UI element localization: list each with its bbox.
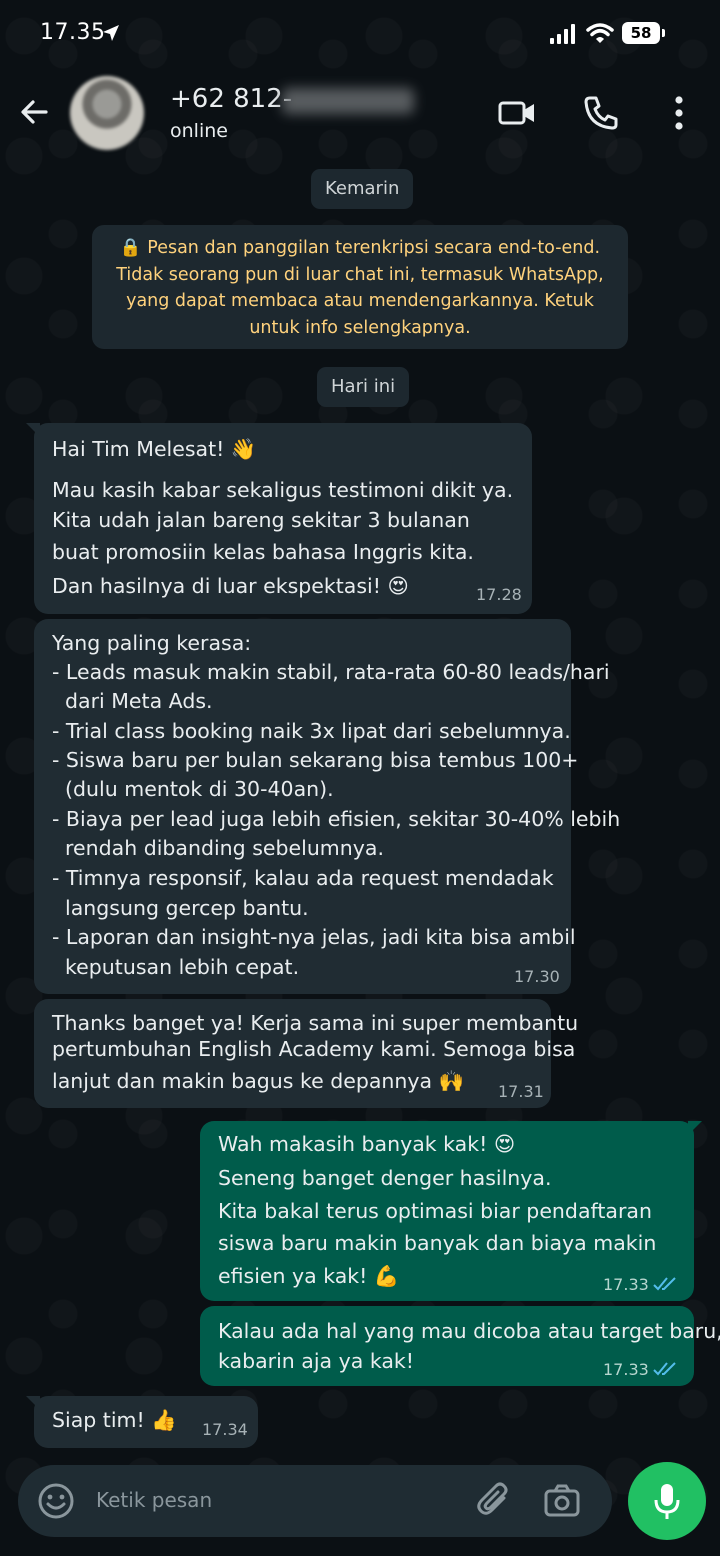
message-line: Kita udah jalan bareng sekitar 3 bulanan: [52, 508, 470, 532]
message-line: lanjut dan makin bagus ke depannya 🙌: [52, 1069, 465, 1093]
message-bubble-incoming[interactable]: Yang paling kerasa: - Leads masuk makin …: [34, 619, 620, 994]
message-line: (dulu mentok di 30-40an).: [52, 777, 334, 801]
status-time: 17.35: [40, 20, 106, 45]
message-line: - Siswa baru per bulan sekarang bisa tem…: [52, 748, 579, 772]
more-vertical-icon[interactable]: [658, 92, 700, 134]
message-time: 17.33: [603, 1360, 649, 1379]
message-bubble-incoming[interactable]: Hai Tim Melesat! 👋 Mau kasih kabar sekal…: [26, 423, 532, 614]
message-time: 17.30: [514, 967, 560, 986]
status-bar: 17.35 58: [0, 0, 720, 70]
message-line: Kalau ada hal yang mau dicoba atau targe…: [218, 1319, 720, 1343]
message-bubble-incoming[interactable]: Thanks banget ya! Kerja sama ini super m…: [34, 999, 578, 1108]
read-ticks-icon: [653, 1277, 676, 1291]
message-bubble-outgoing[interactable]: Wah makasih banyak kak! 😍 Seneng banget …: [200, 1121, 702, 1301]
avatar[interactable]: [70, 76, 144, 150]
message-time: 17.34: [202, 1420, 248, 1439]
emoji-icon[interactable]: [36, 1481, 76, 1521]
message-input[interactable]: Ketik pesan: [96, 1488, 212, 1512]
message-line: Wah makasih banyak kak! 😍: [218, 1132, 516, 1156]
wifi-icon: [586, 23, 614, 43]
phone-icon[interactable]: [580, 92, 622, 134]
message-line: siswa baru makin banyak dan biaya makin: [218, 1231, 657, 1255]
contact-name[interactable]: +62 812-: [170, 84, 292, 114]
arrow-left-icon[interactable]: [14, 92, 54, 132]
message-line: Thanks banget ya! Kerja sama ini super m…: [52, 1011, 579, 1035]
microphone-icon: [654, 1484, 680, 1519]
message-bubble-incoming[interactable]: Siap tim! 👍 17.34: [26, 1396, 258, 1448]
message-time: 17.28: [476, 585, 522, 604]
message-line: Yang paling kerasa:: [52, 631, 252, 655]
message-line: rendah dibanding sebelumnya.: [52, 836, 384, 860]
message-line: Kita bakal terus optimasi biar pendaftar…: [218, 1199, 652, 1223]
battery-level: 58: [622, 22, 665, 44]
date-chip-yesterday: Kemarin: [311, 169, 414, 209]
message-line: kabarin aja ya kak!: [218, 1349, 414, 1373]
encryption-notice[interactable]: 🔒 Pesan dan panggilan terenkripsi secara…: [92, 225, 628, 349]
encryption-line: Tidak seorang pun di luar chat ini, term…: [116, 264, 604, 285]
read-ticks-icon: [653, 1362, 676, 1376]
signal-icon: [550, 24, 575, 44]
message-bubble-outgoing[interactable]: Kalau ada hal yang mau dicoba atau targe…: [200, 1306, 720, 1386]
encryption-line: yang dapat membaca atau mendengarkannya.…: [126, 291, 594, 311]
paperclip-icon[interactable]: [474, 1480, 514, 1520]
date-chip-today: Hari ini: [317, 367, 410, 407]
message-line: langsung gercep bantu.: [52, 896, 309, 920]
encryption-line: untuk info selengkapnya.: [249, 317, 471, 338]
message-line: Mau kasih kabar sekaligus testimoni diki…: [52, 478, 514, 502]
message-line: - Biaya per lead juga lebih efisien, sek…: [52, 807, 621, 831]
mic-button[interactable]: [628, 1462, 706, 1540]
message-line: - Laporan dan insight-nya jelas, jadi ki…: [52, 925, 576, 949]
chat-header: +62 812- online: [0, 70, 720, 156]
message-line: Seneng banget denger hasilnya.: [218, 1166, 552, 1190]
message-line: - Timnya responsif, kalau ada request me…: [52, 866, 554, 890]
message-time: 17.33: [603, 1275, 649, 1294]
message-input-bar: Ketik pesan: [18, 1465, 612, 1537]
message-line: - Trial class booking naik 3x lipat dari…: [52, 719, 571, 743]
redacted-number: [282, 88, 414, 114]
video-camera-icon[interactable]: [496, 92, 538, 134]
message-line: efisien ya kak! 💪: [218, 1264, 400, 1288]
location-arrow-icon: [103, 25, 119, 41]
message-line: Siap tim! 👍: [52, 1408, 177, 1432]
encryption-line: 🔒 Pesan dan panggilan terenkripsi secara…: [119, 238, 601, 258]
message-line: Dan hasilnya di luar ekspektasi! 😍: [52, 574, 409, 598]
message-line: Hai Tim Melesat! 👋: [52, 437, 257, 461]
message-line: buat promosiin kelas bahasa Inggris kita…: [52, 540, 474, 564]
contact-status: online: [170, 120, 228, 142]
message-time: 17.31: [498, 1082, 544, 1101]
message-line: - Leads masuk makin stabil, rata-rata 60…: [52, 660, 610, 684]
message-line: pertumbuhan English Academy kami. Semoga…: [52, 1037, 576, 1061]
message-line: keputusan lebih cepat.: [52, 955, 300, 979]
message-line: dari Meta Ads.: [52, 689, 213, 713]
camera-icon[interactable]: [542, 1481, 582, 1521]
